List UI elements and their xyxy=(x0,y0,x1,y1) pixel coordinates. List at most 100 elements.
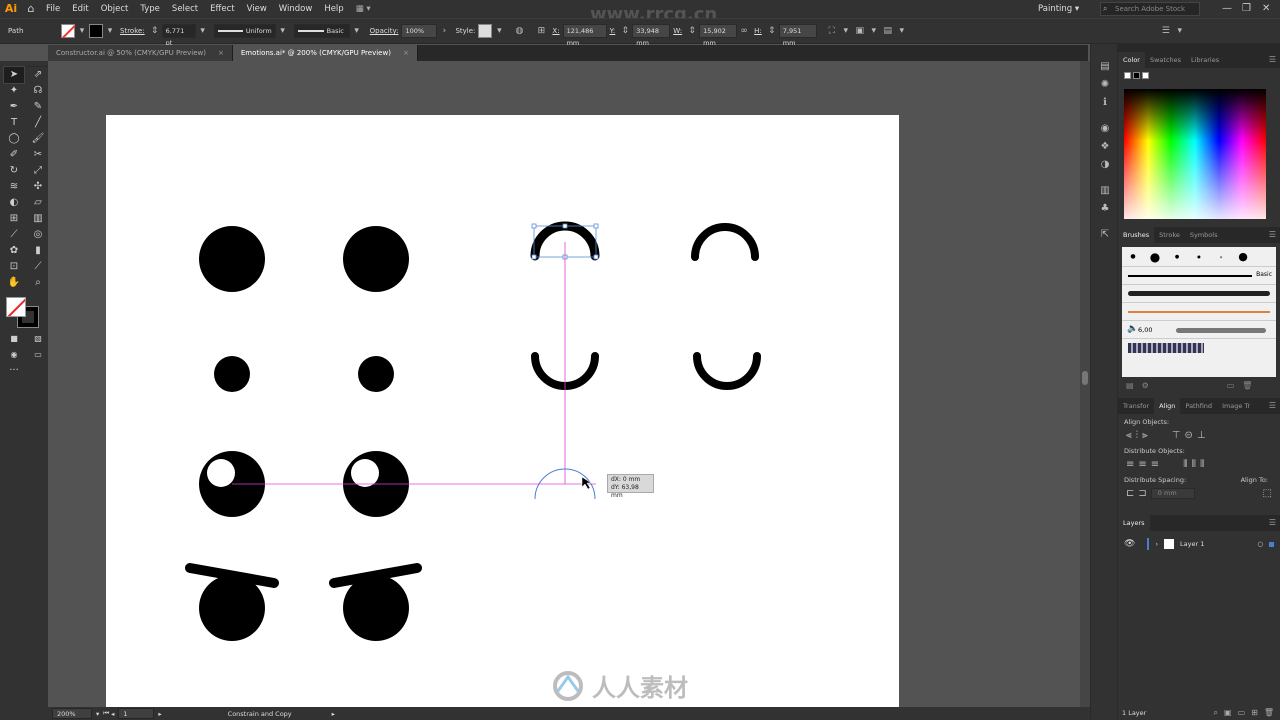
info-panel-icon[interactable]: ℹ xyxy=(1091,94,1119,112)
fill-stroke-widget[interactable] xyxy=(4,295,44,329)
align-grid-icon[interactable]: ⊞ xyxy=(534,26,548,36)
eye-angry-right[interactable] xyxy=(343,575,409,641)
artboard-tool-icon[interactable]: ⊡ xyxy=(4,259,24,275)
tab-emotions[interactable]: Emotions.ai* @ 200% (CMYK/GPU Preview) × xyxy=(232,45,418,61)
distribute-bottom-icon[interactable]: ≡ xyxy=(1151,459,1159,470)
color-guide-panel-icon[interactable]: ◉ xyxy=(1091,120,1119,138)
brow-arc-right[interactable] xyxy=(691,223,759,261)
tab-color[interactable]: Color xyxy=(1118,52,1145,68)
distribute-right-icon[interactable]: ⦀ xyxy=(1200,459,1204,470)
tab-libraries[interactable]: Libraries xyxy=(1186,52,1224,68)
prev-artboard-icon[interactable]: ◂ xyxy=(111,710,114,718)
chevron-down-icon[interactable]: ▾ xyxy=(895,26,909,36)
minimize-icon[interactable]: — xyxy=(1222,0,1232,18)
perspective-grid-tool-icon[interactable]: ▱ xyxy=(28,195,48,211)
fill-color-icon[interactable] xyxy=(6,297,26,317)
export-panel-icon[interactable]: ⇱ xyxy=(1091,226,1119,244)
align-right-icon[interactable]: ⫸ xyxy=(1142,430,1148,441)
gradient-icon[interactable]: ▧ xyxy=(28,331,48,347)
first-artboard-icon[interactable]: ⏮ xyxy=(103,709,109,718)
blend-tool-icon[interactable]: ◎ xyxy=(28,227,48,243)
h-field[interactable]: 7,951 mm xyxy=(778,24,817,47)
tab-pathfinder[interactable]: Pathfind xyxy=(1180,398,1217,414)
eye-big-right[interactable] xyxy=(343,226,409,292)
graphic-styles-panel-icon[interactable]: ❖ xyxy=(1091,138,1119,156)
panel-menu-icon[interactable]: ☰ xyxy=(1269,52,1276,68)
handle-top-left[interactable] xyxy=(531,223,537,229)
arrange-documents-icon[interactable]: ▦ ▾ xyxy=(350,0,377,18)
pen-tool-icon[interactable]: ✒ xyxy=(4,99,24,115)
x-field[interactable]: 121,486 mm xyxy=(562,24,607,47)
align-vcenter-icon[interactable]: ⊝ xyxy=(1185,430,1193,441)
hspace-icon[interactable]: ⊐ xyxy=(1138,488,1146,499)
chevron-right-icon[interactable]: › xyxy=(437,26,451,36)
gradient-tool-icon[interactable]: ▥ xyxy=(28,211,48,227)
tab-transform[interactable]: Transfor xyxy=(1118,398,1154,414)
rotate-tool-icon[interactable]: ↻ xyxy=(4,163,24,179)
eye-big-left[interactable] xyxy=(199,226,265,292)
draw-mode-icon[interactable]: ◉ xyxy=(4,347,24,363)
home-icon[interactable]: ⌂ xyxy=(22,0,40,18)
recolor-icon[interactable]: ◍ xyxy=(512,26,526,36)
panel-menu-icon[interactable]: ☰ xyxy=(1159,26,1173,36)
menu-object[interactable]: Object xyxy=(95,0,135,18)
opacity-field[interactable]: 100% xyxy=(401,24,438,38)
panel-menu-icon[interactable]: ☰ xyxy=(1269,515,1276,531)
brush-options-icon[interactable]: ⚙ xyxy=(1142,381,1149,390)
scroll-thumb[interactable] xyxy=(1082,371,1088,385)
menu-effect[interactable]: Effect xyxy=(204,0,240,18)
menu-type[interactable]: Type xyxy=(134,0,166,18)
search-icon[interactable]: ⌕ xyxy=(1214,708,1218,718)
delete-layer-icon[interactable]: 🗑 xyxy=(1264,708,1274,718)
tab-image-trace[interactable]: Image Tr xyxy=(1217,398,1255,414)
stroke-swatch[interactable] xyxy=(89,24,103,38)
h-label[interactable]: H: xyxy=(754,27,762,35)
align-left-icon[interactable]: ⫷ xyxy=(1126,430,1132,441)
scale-tool-icon[interactable]: ⤢ xyxy=(28,163,48,179)
gradient-panel-icon[interactable]: ▥ xyxy=(1091,182,1119,200)
opacity-label[interactable]: Opacity: xyxy=(370,27,399,35)
more-tools-icon[interactable]: ··· xyxy=(4,363,24,379)
none-swatch[interactable] xyxy=(1124,72,1131,79)
brush-pattern[interactable] xyxy=(1122,339,1276,357)
panel-menu-icon[interactable]: ☰ xyxy=(1269,227,1276,243)
brush-definition[interactable]: Basic xyxy=(293,24,350,38)
restore-icon[interactable]: ❐ xyxy=(1242,0,1251,18)
link-proportions-icon[interactable]: ∞ xyxy=(737,26,751,36)
properties-panel-icon[interactable]: ▤ xyxy=(1091,58,1119,76)
eyedropper-tool-icon[interactable]: ⟋ xyxy=(4,227,24,243)
chevron-down-icon[interactable]: ▾ xyxy=(276,26,290,36)
graphic-style-swatch[interactable] xyxy=(478,24,493,38)
workspace-switcher[interactable]: Painting ▾ xyxy=(1038,0,1079,18)
transform-icon[interactable]: ⛶ xyxy=(825,26,839,36)
zoom-field[interactable]: 200% xyxy=(52,708,92,719)
close-tab-icon[interactable]: × xyxy=(403,49,409,57)
distribute-vcenter-icon[interactable]: ≡ xyxy=(1138,459,1146,470)
stepper-icon[interactable]: ⇕ xyxy=(765,26,779,36)
w-field[interactable]: 15,902 mm xyxy=(699,24,738,47)
zoom-tool-icon[interactable]: ⌕ xyxy=(28,275,48,291)
black-swatch[interactable] xyxy=(1133,72,1140,79)
status-menu-icon[interactable]: ▸ xyxy=(332,710,335,718)
stepper-icon[interactable]: ⇕ xyxy=(618,26,632,36)
eye-small-right[interactable] xyxy=(358,356,394,392)
variable-width-profile[interactable]: Uniform xyxy=(213,24,276,38)
handle-top-center[interactable] xyxy=(562,223,568,229)
tab-align[interactable]: Align xyxy=(1154,398,1181,414)
puppet-warp-tool-icon[interactable]: ✣ xyxy=(28,179,48,195)
layer-name[interactable]: Layer 1 xyxy=(1180,540,1204,548)
transparency-panel-icon[interactable]: ◑ xyxy=(1091,156,1119,174)
brush-library-icon[interactable]: ▤ xyxy=(1126,381,1134,390)
vertical-scrollbar[interactable] xyxy=(1080,61,1090,707)
chevron-down-icon[interactable]: ▾ xyxy=(350,26,364,36)
align-top-icon[interactable]: ⊤ xyxy=(1172,430,1181,441)
appearance-panel-icon[interactable]: ✺ xyxy=(1091,76,1119,94)
panel-menu-icon[interactable]: ☰ xyxy=(1269,398,1276,414)
stroke-weight-field[interactable]: 6,771 pt xyxy=(161,24,196,47)
handle-bottom-left[interactable] xyxy=(531,254,537,260)
type-tool-icon[interactable]: T xyxy=(4,115,24,131)
shape-builder-tool-icon[interactable]: ◐ xyxy=(4,195,24,211)
isolate-icon[interactable]: ▣ xyxy=(853,26,867,36)
direct-selection-tool-icon[interactable]: ⇗ xyxy=(28,67,48,83)
make-clip-icon[interactable]: ▣ xyxy=(1224,708,1232,718)
